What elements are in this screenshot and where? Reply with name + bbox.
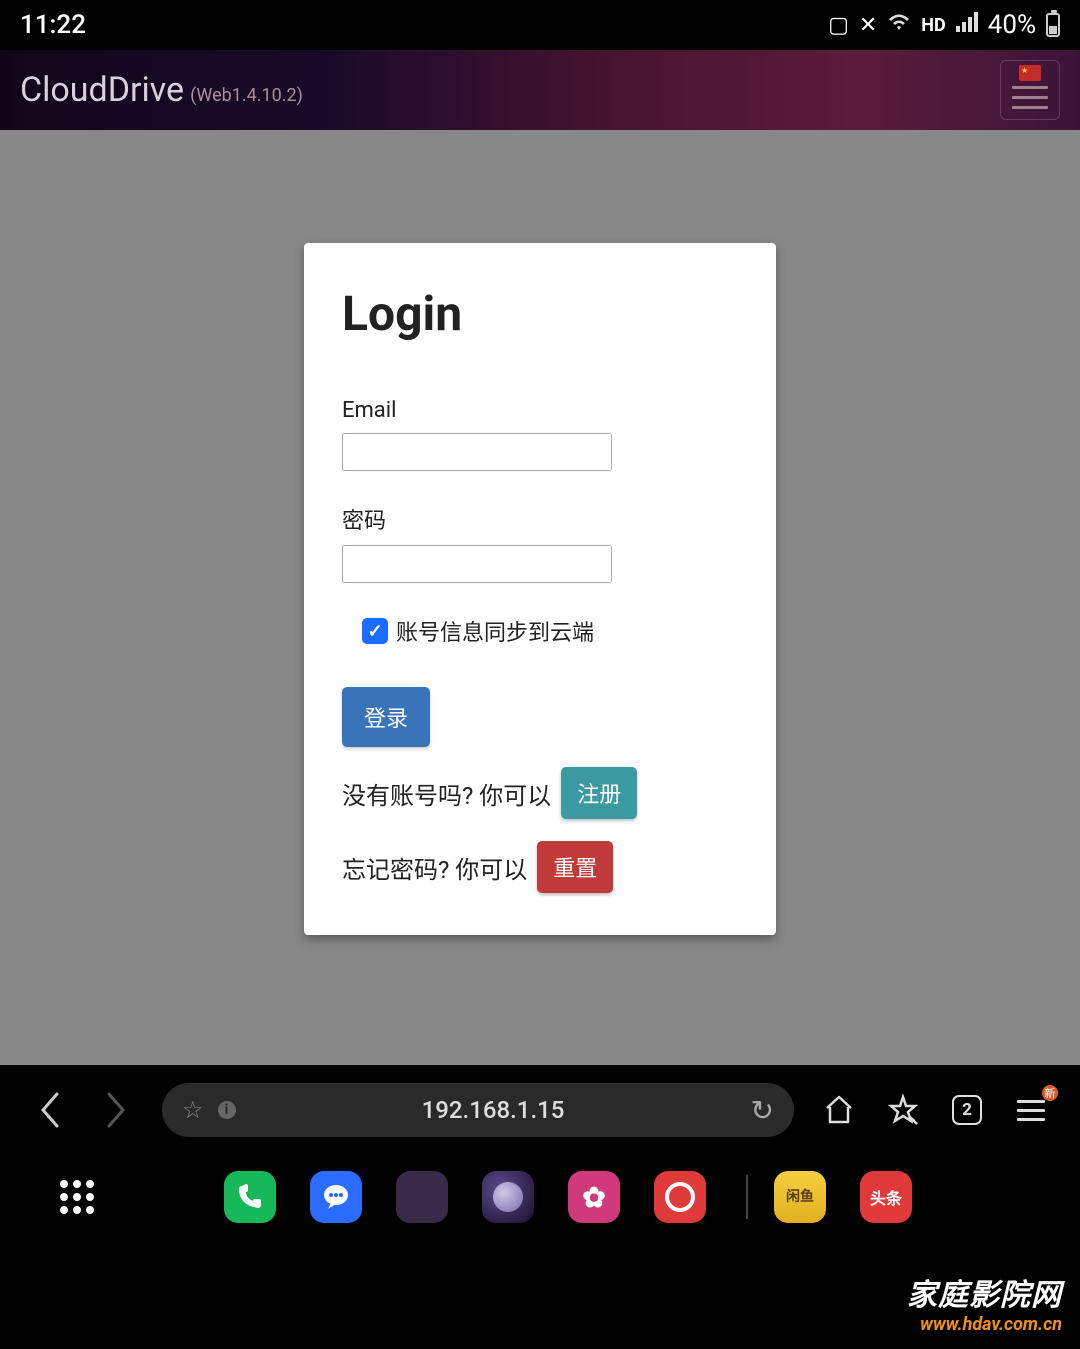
gallery-app-icon[interactable] (568, 1171, 620, 1223)
home-button[interactable] (820, 1091, 858, 1129)
bookmark-star-icon[interactable]: ☆ (182, 1096, 204, 1124)
menu-button[interactable] (1000, 60, 1060, 120)
reset-button[interactable]: 重置 (537, 841, 613, 893)
status-icons: ▢ ✕ HD 40% (828, 10, 1060, 40)
bookmarks-button[interactable] (884, 1091, 922, 1129)
sync-checkbox-row[interactable]: ✓ 账号信息同步到云端 (362, 615, 738, 647)
samsung-apps-icon[interactable] (396, 1171, 448, 1223)
vibrate-icon: ✕ (859, 13, 877, 38)
hd-icon: HD (921, 15, 945, 36)
password-input[interactable] (342, 545, 612, 583)
back-button[interactable] (30, 1090, 70, 1130)
reset-row: 忘记密码? 你可以 重置 (342, 841, 738, 893)
messages-app-icon[interactable] (310, 1171, 362, 1223)
camera-app-icon[interactable] (654, 1171, 706, 1223)
sync-label: 账号信息同步到云端 (396, 615, 594, 647)
status-time: 11:22 (20, 10, 86, 40)
site-info-icon[interactable]: i (218, 1101, 236, 1119)
email-group: Email (342, 398, 738, 471)
login-card: Login Email 密码 ✓ 账号信息同步到云端 登录 没有账号吗? 你可以… (304, 243, 776, 935)
watermark-line1: 家庭影院网 (907, 1270, 1062, 1314)
app-version: (Web1.4.10.2) (190, 85, 303, 106)
browser-toolbar: ☆ i 192.168.1.15 ↻ 2 新 (0, 1065, 1080, 1155)
email-input[interactable] (342, 433, 612, 471)
status-bar: 11:22 ▢ ✕ HD 40% (0, 0, 1080, 50)
register-prompt: 没有账号吗? 你可以 (342, 776, 551, 811)
url-text: 192.168.1.15 (250, 1096, 737, 1124)
watermark-line2: www.hdav.com.cn (907, 1314, 1062, 1335)
system-dock: 闲鱼 头条 (0, 1155, 1080, 1249)
sync-checkbox[interactable]: ✓ (362, 618, 388, 644)
password-group: 密码 (342, 503, 738, 583)
phone-app-icon[interactable] (224, 1171, 276, 1223)
menu-badge: 新 (1042, 1085, 1058, 1101)
app-drawer-button[interactable] (60, 1180, 94, 1214)
login-button[interactable]: 登录 (342, 687, 430, 747)
register-button[interactable]: 注册 (561, 767, 637, 819)
tabs-button[interactable]: 2 (948, 1091, 986, 1129)
tab-count: 2 (952, 1095, 982, 1125)
password-label: 密码 (342, 503, 738, 535)
app-title: CloudDrive (Web1.4.10.2) (20, 70, 303, 110)
alarm-icon: ▢ (828, 13, 849, 38)
battery-icon (1046, 13, 1060, 37)
login-title: Login (342, 285, 738, 342)
xianyu-app-icon[interactable]: 闲鱼 (774, 1171, 826, 1223)
app-name: CloudDrive (20, 70, 184, 110)
email-label: Email (342, 398, 738, 423)
url-bar[interactable]: ☆ i 192.168.1.15 ↻ (162, 1083, 794, 1137)
forward-button[interactable] (96, 1090, 136, 1130)
flag-icon (1019, 65, 1041, 81)
app-header: CloudDrive (Web1.4.10.2) (0, 50, 1080, 130)
wifi-icon (887, 12, 911, 38)
watermark: 家庭影院网 www.hdav.com.cn (907, 1270, 1062, 1335)
register-row: 没有账号吗? 你可以 注册 (342, 767, 738, 819)
toutiao-app-icon[interactable]: 头条 (860, 1171, 912, 1223)
signal-icon (956, 12, 978, 38)
dock-separator (746, 1175, 748, 1219)
battery-percent: 40% (988, 10, 1036, 40)
browser-menu-button[interactable]: 新 (1012, 1091, 1050, 1129)
samsung-browser-icon[interactable] (482, 1171, 534, 1223)
page-content: Login Email 密码 ✓ 账号信息同步到云端 登录 没有账号吗? 你可以… (0, 130, 1080, 1065)
reset-prompt: 忘记密码? 你可以 (342, 850, 527, 885)
reload-icon[interactable]: ↻ (751, 1094, 774, 1127)
